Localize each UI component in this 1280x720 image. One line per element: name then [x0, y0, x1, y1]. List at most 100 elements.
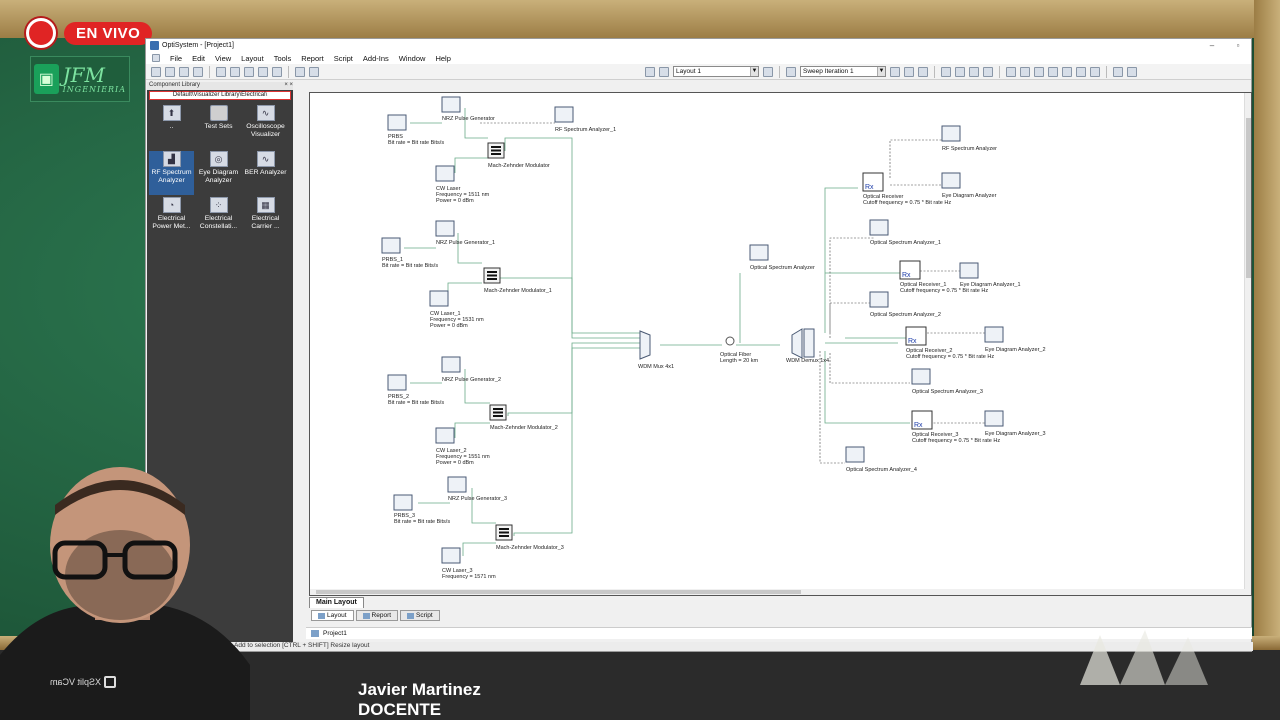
prbs-block[interactable]: PRBS_3Bit rate = Bit rate Bits/s — [393, 494, 450, 525]
link-icon[interactable] — [1062, 66, 1072, 77]
scroll-thumb[interactable] — [316, 590, 801, 594]
pointer-icon[interactable] — [1090, 66, 1100, 77]
cut-icon[interactable] — [216, 66, 226, 77]
menu-layout[interactable]: Layout — [241, 54, 264, 63]
menu-window[interactable]: Window — [399, 54, 426, 63]
menu-edit[interactable]: Edit — [192, 54, 205, 63]
tools-icon[interactable] — [1076, 66, 1086, 77]
export-icon[interactable] — [1113, 66, 1123, 77]
cw-laser[interactable]: CW Laser_1Frequency = 1531 nmPower = 0 d… — [429, 290, 484, 329]
cw-laser[interactable]: CW Laser_2Frequency = 1551 nmPower = 0 d… — [435, 427, 490, 466]
copy-icon[interactable] — [230, 66, 240, 77]
svg-text:NRZ Pulse Generator: NRZ Pulse Generator — [442, 116, 495, 122]
grid-icon[interactable] — [941, 66, 951, 77]
library-close-button[interactable]: × × — [284, 82, 293, 90]
menu-tools[interactable]: Tools — [274, 54, 292, 63]
menu-script[interactable]: Script — [334, 54, 353, 63]
sweep-select[interactable]: Sweep Iteration 1 ▼ — [800, 66, 886, 77]
table-icon[interactable] — [1006, 66, 1016, 77]
nrz-pulse-generator[interactable]: NRZ Pulse Generator_3 — [447, 476, 507, 502]
component-icon[interactable] — [1048, 66, 1058, 77]
library-item-power-meter[interactable]: ◔ Electrical Power Met... — [149, 197, 194, 241]
optical-spectrum-analyzer-2[interactable]: Optical Spectrum Analyzer_2 — [869, 291, 941, 318]
optical-spectrum-analyzer[interactable]: Optical Spectrum Analyzer — [749, 244, 815, 271]
eye-diagram-analyzer[interactable]: Eye Diagram Analyzer_1 — [959, 262, 1021, 288]
mach-zehnder-modulator[interactable]: Mach-Zehnder Modulator_1 — [483, 267, 552, 294]
library-item-rf-spectrum-analyzer[interactable]: ▟ RF Spectrum Analyzer — [149, 151, 194, 195]
menu-help[interactable]: Help — [435, 54, 450, 63]
stop-icon[interactable] — [309, 66, 319, 77]
tab-main-layout[interactable]: Main Layout — [309, 597, 364, 608]
save-all-icon[interactable] — [1127, 66, 1137, 77]
print-icon[interactable] — [193, 66, 203, 77]
script-icon[interactable] — [1034, 66, 1044, 77]
optical-receiver[interactable]: RxOptical Receiver_2Cutoff frequency = 0… — [905, 326, 994, 360]
eye-diagram-analyzer[interactable]: Eye Diagram Analyzer — [941, 172, 997, 199]
mach-zehnder-modulator[interactable]: Mach-Zehnder Modulator_3 — [495, 524, 564, 551]
layout-view-icon[interactable] — [645, 66, 655, 77]
library-item-constellation[interactable]: ⁘ Electrical Constellati... — [196, 197, 241, 241]
menu-view[interactable]: View — [215, 54, 231, 63]
layout-canvas[interactable]: PRBS Bit rate = Bit rate Bits/s NRZ Pulse… — [309, 92, 1252, 596]
horizontal-scrollbar[interactable] — [310, 589, 1251, 595]
mach-zehnder-modulator[interactable]: Mach-Zehnder Modulator — [487, 142, 550, 169]
menu-report[interactable]: Report — [301, 54, 324, 63]
layout-add-icon[interactable] — [659, 66, 669, 77]
paste-icon[interactable] — [244, 66, 254, 77]
rf-spectrum-analyzer[interactable]: RF Spectrum Analyzer — [941, 125, 997, 152]
open-folder-icon[interactable] — [165, 66, 175, 77]
prbs-block[interactable]: PRBS_1Bit rate = Bit rate Bits/s — [381, 237, 438, 269]
minimize-button[interactable]: – — [1199, 41, 1225, 50]
prbs-block[interactable]: PRBS_2Bit rate = Bit rate Bits/s — [387, 374, 444, 406]
wdm-demux[interactable]: WDM Demux 1x4 — [786, 328, 829, 364]
maximize-button[interactable]: ▫ — [1225, 41, 1251, 50]
report-icon[interactable] — [1020, 66, 1030, 77]
scroll-thumb[interactable] — [1246, 118, 1251, 278]
save-icon[interactable] — [179, 66, 189, 77]
menu-file[interactable]: File — [170, 54, 182, 63]
new-file-icon[interactable] — [151, 66, 161, 77]
optical-spectrum-analyzer-3[interactable]: Optical Spectrum Analyzer_3 — [911, 368, 983, 395]
tab-report[interactable]: Report — [355, 610, 399, 621]
menu-add-ins[interactable]: Add-Ins — [363, 54, 389, 63]
zoom-icon[interactable] — [969, 66, 979, 77]
library-item-ber-analyzer[interactable]: ∿ BER Analyzer — [243, 151, 288, 195]
align-icon[interactable] — [955, 66, 965, 77]
undo-icon[interactable] — [258, 66, 268, 77]
library-item-eye-diagram[interactable]: ◎ Eye Diagram Analyzer — [196, 151, 241, 195]
library-item-test-sets[interactable]: Test Sets — [196, 105, 241, 149]
optical-spectrum-analyzer-4[interactable]: Optical Spectrum Analyzer_4 — [845, 446, 917, 473]
sweep-next-icon[interactable] — [904, 66, 914, 77]
sweep-icon[interactable] — [786, 66, 796, 77]
nrz-pulse-generator[interactable]: NRZ Pulse Generator_1 — [435, 220, 495, 246]
cw-laser[interactable]: CW LaserFrequency = 1511 nmPower = 0 dBm — [435, 165, 490, 204]
nrz-pulse-generator[interactable]: NRZ Pulse Generator — [441, 96, 495, 122]
library-item-carrier[interactable]: ▦ Electrical Carrier ... — [243, 197, 288, 241]
nrz-pulse-generator[interactable]: NRZ Pulse Generator_2 — [441, 356, 501, 383]
camera-watermark: XSplit VCam — [50, 676, 117, 688]
optical-spectrum-analyzer-1[interactable]: Optical Spectrum Analyzer_1 — [869, 219, 941, 246]
optical-receiver[interactable]: RxOptical ReceiverCutoff frequency = 0.7… — [862, 172, 951, 206]
redo-icon[interactable] — [272, 66, 282, 77]
fit-icon[interactable] — [983, 66, 993, 77]
run-icon[interactable] — [295, 66, 305, 77]
tab-layout[interactable]: Layout — [311, 610, 354, 621]
library-path[interactable]: Default\Visualizer Library\Electrical\ — [149, 91, 291, 100]
rf-spectrum-analyzer-1[interactable]: RF Spectrum Analyzer_1 — [554, 106, 616, 133]
library-item-oscilloscope[interactable]: ∿ Oscilloscope Visualizer — [243, 105, 288, 149]
library-item-up[interactable]: ⬆.. — [149, 105, 194, 149]
wdm-mux[interactable]: WDM Mux 4x1 — [638, 330, 674, 370]
eye-diagram-analyzer[interactable]: Eye Diagram Analyzer_2 — [984, 326, 1046, 353]
layout-select[interactable]: Layout 1 ▼ — [673, 66, 759, 77]
sweep-first-icon[interactable] — [918, 66, 928, 77]
cw-laser[interactable]: CW Laser_3Frequency = 1571 nm — [441, 547, 496, 580]
mach-zehnder-modulator[interactable]: Mach-Zehnder Modulator_2 — [489, 404, 558, 431]
sweep-prev-icon[interactable] — [890, 66, 900, 77]
project-tab[interactable]: Project1 — [323, 630, 347, 637]
optical-fiber[interactable]: Optical FiberLength = 20 km — [720, 336, 758, 364]
prbs-block[interactable]: PRBSBit rate = Bit rate Bits/s — [387, 114, 444, 146]
vertical-scrollbar[interactable] — [1244, 93, 1251, 595]
tab-script[interactable]: Script — [400, 610, 440, 621]
layout-settings-icon[interactable] — [763, 66, 773, 77]
eye-diagram-analyzer[interactable]: Eye Diagram Analyzer_3 — [984, 410, 1046, 437]
